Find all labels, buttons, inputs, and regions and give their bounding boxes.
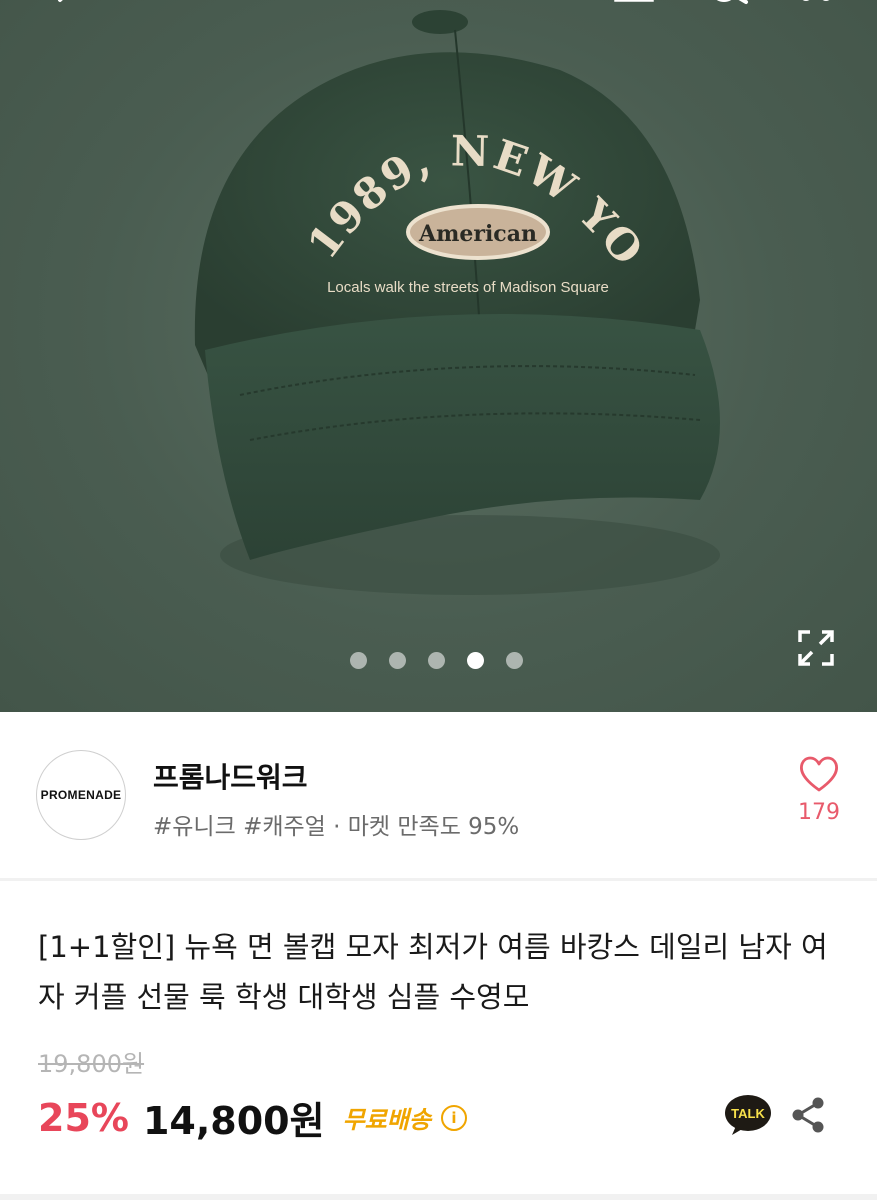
info-icon[interactable]: i xyxy=(440,1104,467,1131)
cap-badge-text: American xyxy=(418,221,537,247)
product-image-carousel[interactable]: 1989, NEW YORK American Locals walk the … xyxy=(0,0,877,712)
heart-icon xyxy=(800,756,838,792)
free-shipping-badge: 무료배송 xyxy=(342,1106,431,1134)
kakao-talk-button[interactable]: TALK xyxy=(724,1094,772,1136)
expand-icon[interactable] xyxy=(796,628,836,668)
seller-logo-text: PROMENADE xyxy=(40,788,122,802)
section-divider xyxy=(0,878,877,881)
product-title: [1+1할인] 뉴욕 면 볼캡 모자 최저가 여름 바캉스 데일리 남자 여자 … xyxy=(38,930,828,1014)
cap-photo: 1989, NEW YORK American Locals walk the … xyxy=(0,0,720,595)
carousel-dot-active[interactable] xyxy=(467,652,484,669)
search-icon[interactable] xyxy=(708,0,752,16)
carousel-dot[interactable] xyxy=(350,652,367,669)
seller-name[interactable]: 프롬나드워크 xyxy=(153,756,308,796)
carousel-dot[interactable] xyxy=(389,652,406,669)
share-button[interactable] xyxy=(790,1096,826,1134)
sale-price: 14,800원 xyxy=(142,1099,325,1143)
share-icon xyxy=(792,1097,824,1133)
like-button[interactable]: 179 xyxy=(794,754,844,825)
carousel-indicator xyxy=(350,652,523,669)
more-icon[interactable] xyxy=(796,0,840,16)
original-price: 19,800원 xyxy=(38,1050,145,1078)
cap-tagline-text: Locals walk the streets of Madison Squar… xyxy=(327,279,609,296)
seller-tags: #유니크 #캐주얼 · 마켓 만족도 95% xyxy=(153,814,520,840)
carousel-dot[interactable] xyxy=(428,652,445,669)
back-icon[interactable] xyxy=(40,0,84,16)
carousel-dot[interactable] xyxy=(506,652,523,669)
talk-label: TALK xyxy=(731,1106,765,1121)
talk-icon: TALK xyxy=(725,1095,771,1135)
discount-rate: 25% xyxy=(38,1095,129,1140)
section-divider xyxy=(0,1194,877,1200)
store-icon[interactable] xyxy=(612,0,656,16)
seller-logo[interactable]: PROMENADE xyxy=(36,750,126,840)
seller-info[interactable]: PROMENADE 프롬나드워크 #유니크 #캐주얼 · 마켓 만족도 95% … xyxy=(0,712,877,878)
like-count: 179 xyxy=(798,800,840,825)
price-row: 25% 14,800원 무료배송 i xyxy=(38,1090,467,1145)
